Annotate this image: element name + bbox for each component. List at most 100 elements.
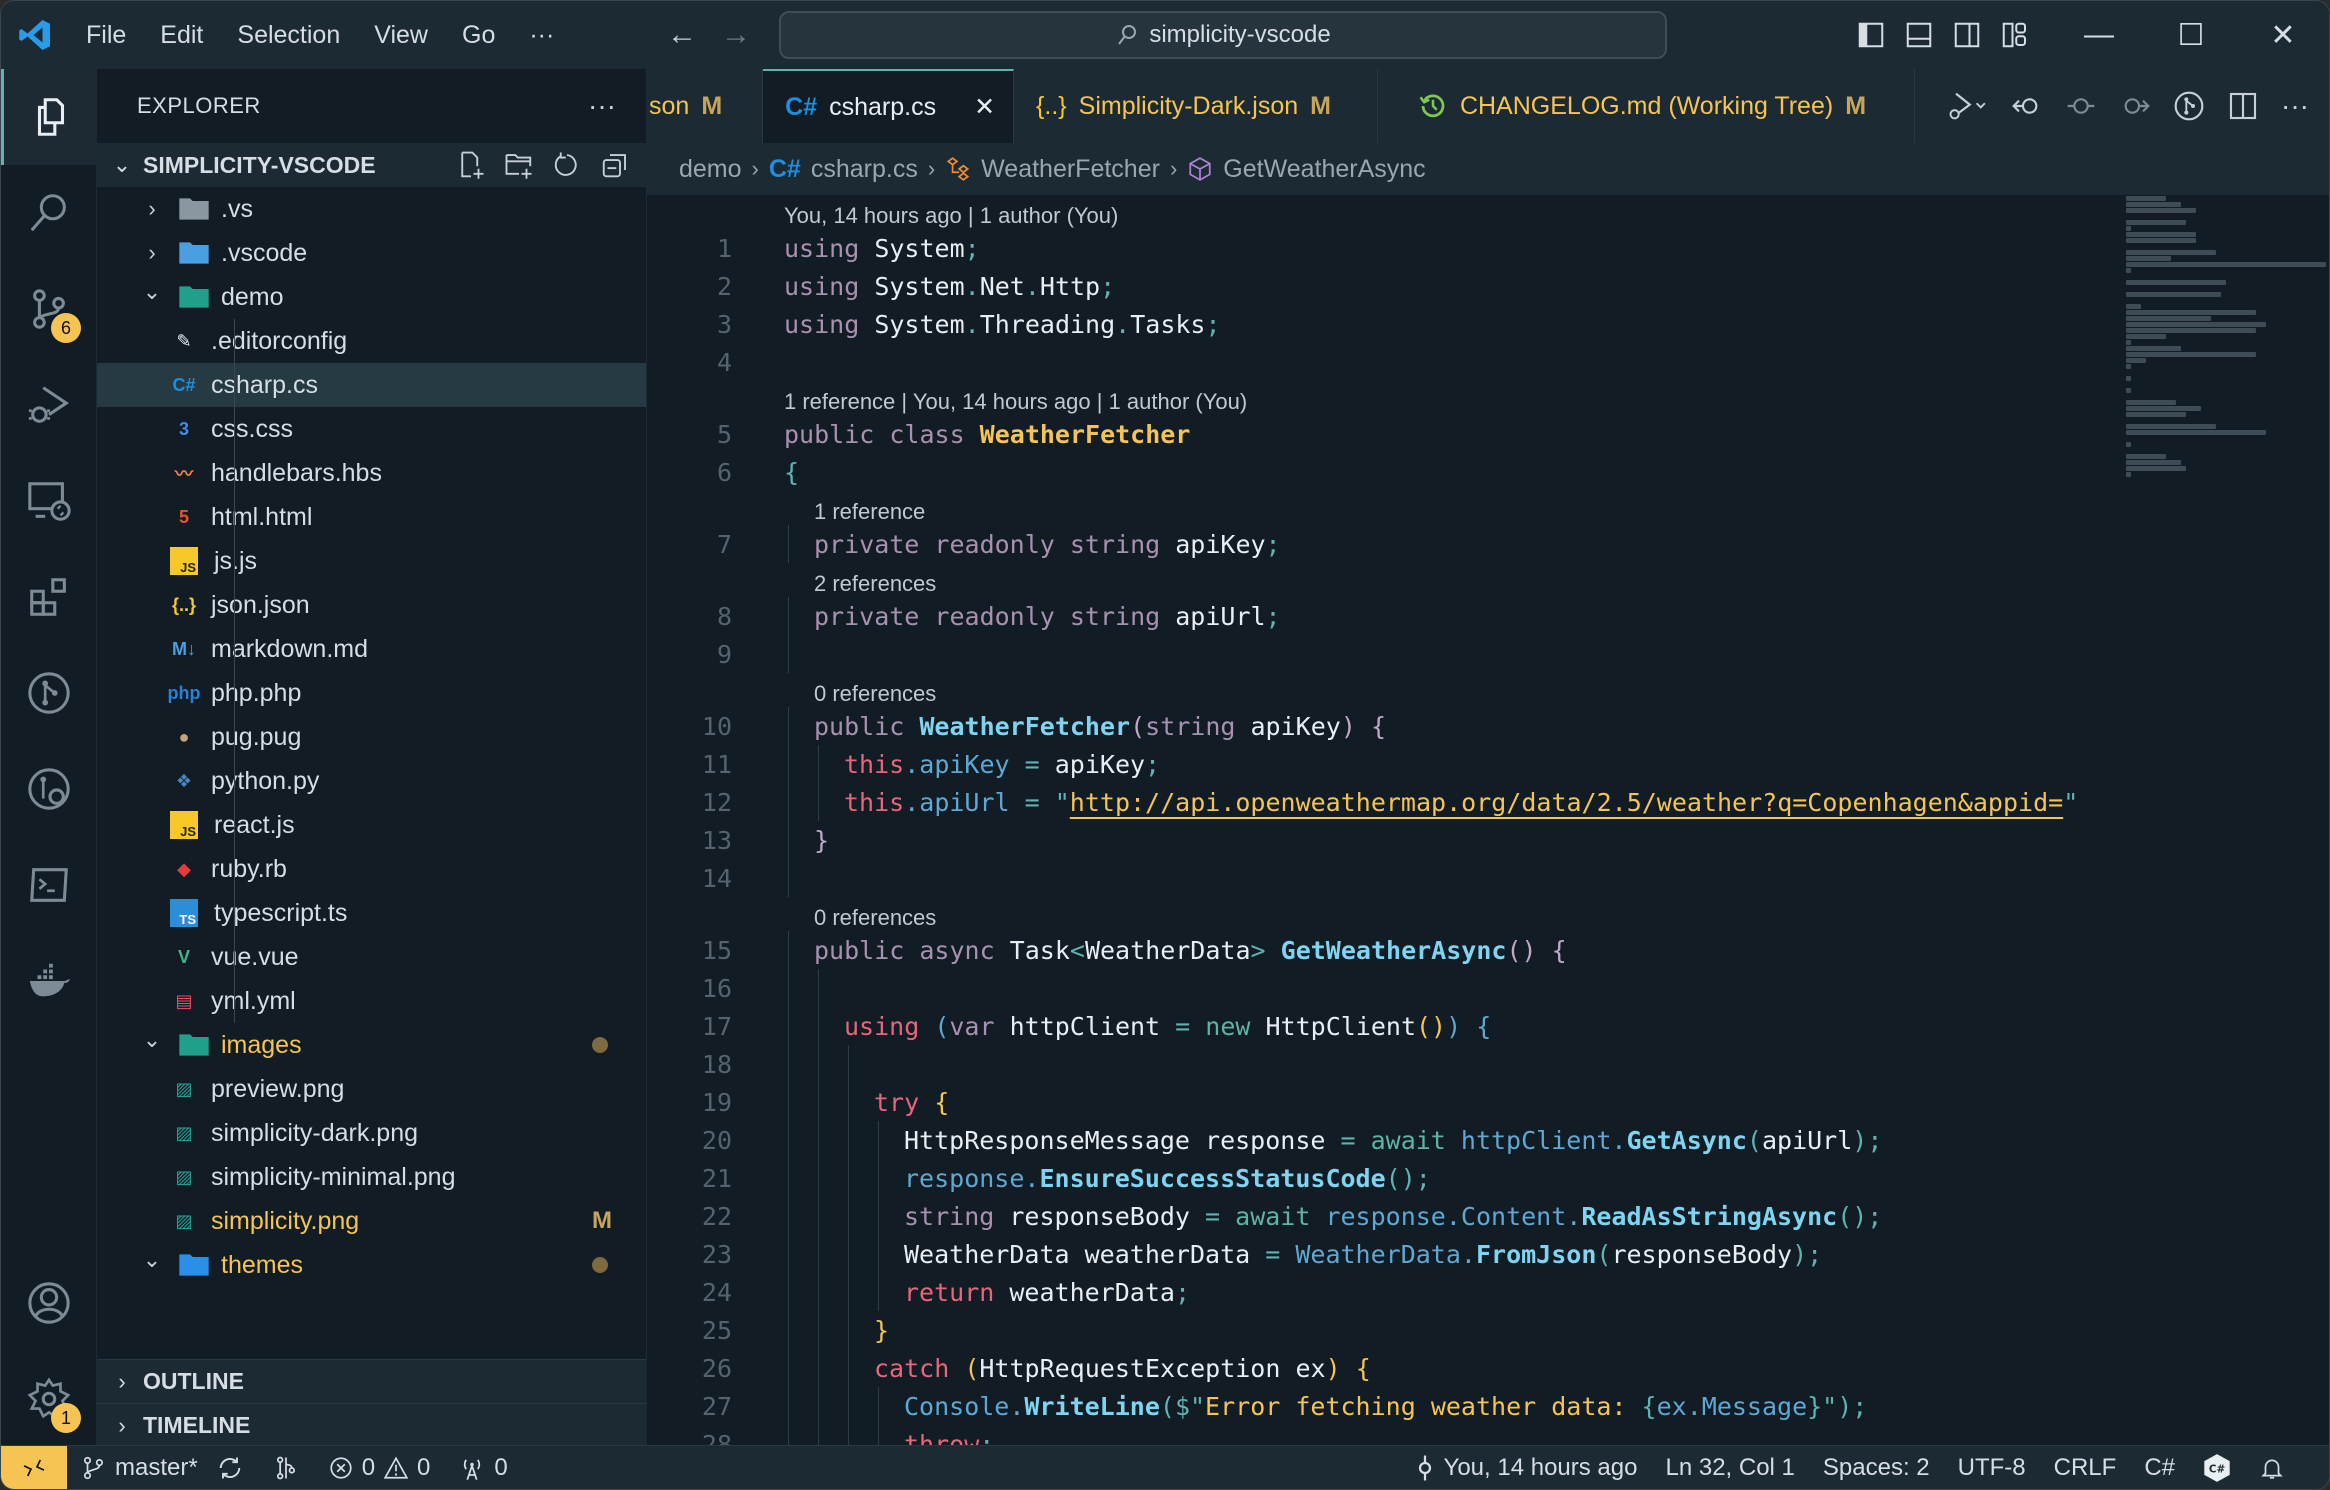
minimize-button[interactable]: —	[2053, 1, 2145, 69]
more-actions-icon[interactable]: ···	[2281, 90, 2309, 122]
code-line[interactable]: 19 try {	[647, 1083, 2107, 1121]
toggle-secondary-sidebar-icon[interactable]	[1952, 20, 1982, 50]
tree-file[interactable]: ✎ .editorconfig	[97, 319, 646, 363]
minimap[interactable]	[2106, 195, 2329, 477]
workspace-root-header[interactable]: ⌄ SIMPLICITY-VSCODE	[97, 143, 646, 187]
tree-file[interactable]: {..} Simplicity-Dark.json M	[97, 1287, 646, 1300]
tree-file[interactable]: M↓ markdown.md	[97, 627, 646, 671]
ports-status[interactable]: 0	[444, 1454, 521, 1482]
code-line[interactable]: 13}	[647, 821, 2107, 859]
tree-file[interactable]: C# csharp.cs	[97, 363, 646, 407]
toggle-panel-icon[interactable]	[1904, 20, 1934, 50]
split-editor-icon[interactable]	[2227, 90, 2259, 122]
code-line[interactable]: 26 catch (HttpRequestException ex) {	[647, 1349, 2107, 1387]
code-line[interactable]: 17 using (var httpClient = new HttpClient…	[647, 1007, 2107, 1045]
code-line[interactable]: 18	[647, 1045, 2107, 1083]
explorer-more-actions[interactable]: ···	[588, 90, 616, 122]
tree-file[interactable]: 3 css.css	[97, 407, 646, 451]
cursor-position[interactable]: Ln 32, Col 1	[1651, 1454, 1808, 1482]
code-line[interactable]: 23 WeatherData weatherData = WeatherData.…	[647, 1235, 2107, 1273]
tree-file[interactable]: 〰 handlebars.hbs	[97, 451, 646, 495]
menu-view[interactable]: View	[357, 1, 445, 69]
code-line[interactable]: 1 using System;	[647, 229, 2107, 267]
tree-folder[interactable]: › .vs	[97, 187, 646, 231]
refresh-icon[interactable]	[552, 150, 582, 180]
code-line[interactable]: 28 throw;	[647, 1425, 2107, 1447]
menu-go[interactable]: Go	[445, 1, 512, 69]
breadcrumb-folder[interactable]: demo	[679, 155, 742, 184]
tree-file[interactable]: 5 html.html	[97, 495, 646, 539]
new-file-icon[interactable]	[456, 150, 486, 180]
tree-file[interactable]: Vvue.vue	[97, 935, 646, 979]
breadcrumb-class[interactable]: WeatherFetcher	[981, 155, 1160, 184]
code-line[interactable]: 24 return weatherData;	[647, 1273, 2107, 1311]
menu-more[interactable]: ···	[512, 1, 571, 69]
tree-file[interactable]: TS typescript.ts	[97, 891, 646, 935]
menu-file[interactable]: File	[69, 1, 143, 69]
maximize-button[interactable]: ☐	[2145, 1, 2237, 69]
breadcrumb-file[interactable]: csharp.cs	[811, 155, 918, 184]
code-line[interactable]: 22 string responseBody = await response.C…	[647, 1197, 2107, 1235]
menu-selection[interactable]: Selection	[220, 1, 357, 69]
tree-file[interactable]: ▨ simplicity.png M	[97, 1199, 646, 1243]
tab-simplicity-dark-json[interactable]: {..} Simplicity-Dark.json M	[1014, 69, 1378, 143]
blame-status[interactable]: You, 14 hours ago	[1400, 1453, 1652, 1483]
git-graph-icon[interactable]	[2173, 90, 2205, 122]
tree-file[interactable]: ▨ preview.png	[97, 1067, 646, 1111]
code-line[interactable]: 11 this.apiKey = apiKey;	[647, 745, 2107, 783]
sync-icon[interactable]	[216, 1454, 244, 1482]
code-line[interactable]: 12 this.apiUrl = "http://api.openweatherm…	[647, 783, 2107, 821]
code-editor[interactable]: You, 14 hours ago | 1 author (You) 1 using…	[647, 195, 2107, 1447]
code-line[interactable]: 14	[647, 859, 2107, 897]
activity-gitlens-inspect[interactable]	[1, 741, 97, 837]
tab-csharp[interactable]: C# csharp.cs ✕	[763, 69, 1015, 143]
indentation-status[interactable]: Spaces: 2	[1809, 1454, 1944, 1482]
tree-file[interactable]: ▤ yml.yml	[97, 979, 646, 1023]
toggle-primary-sidebar-icon[interactable]	[1856, 20, 1886, 50]
code-line[interactable]: 10 public WeatherFetcher(string apiKey) {	[647, 707, 2107, 745]
close-window-button[interactable]: ✕	[2237, 1, 2329, 69]
tree-file[interactable]: JS react.js	[97, 803, 646, 847]
encoding-status[interactable]: UTF-8	[1944, 1454, 2040, 1482]
codelens[interactable]: 2 references	[647, 563, 2107, 597]
remote-indicator[interactable]	[1, 1445, 67, 1489]
run-debug-dropdown-icon[interactable]	[1945, 89, 1989, 123]
tree-file[interactable]: ● pug.pug	[97, 715, 646, 759]
tree-file[interactable]: php php.php	[97, 671, 646, 715]
tree-folder[interactable]: › .vscode	[97, 231, 646, 275]
tree-folder[interactable]: ⌄ demo	[97, 275, 646, 319]
code-line[interactable]: 8 private readonly string apiUrl;	[647, 597, 2107, 635]
code-line[interactable]: 9	[647, 635, 2107, 673]
tree-file[interactable]: ◆ ruby.rb	[97, 847, 646, 891]
commit-icon[interactable]	[2065, 90, 2097, 122]
activity-source-control[interactable]: 6	[1, 261, 97, 357]
timeline-section[interactable]: › TIMELINE	[97, 1403, 646, 1447]
activity-docker[interactable]	[1, 933, 97, 1029]
problems-status[interactable]: 0 0	[314, 1454, 445, 1482]
code-line[interactable]: 4	[647, 343, 2107, 381]
customize-layout-icon[interactable]	[2000, 20, 2030, 50]
breadcrumb-method[interactable]: GetWeatherAsync	[1223, 155, 1425, 184]
forward-arrow-icon[interactable]: →	[721, 18, 751, 52]
tree-folder[interactable]: ⌄ themes	[97, 1243, 646, 1287]
activity-git-graph[interactable]	[1, 645, 97, 741]
tree-file[interactable]: ▨ simplicity-minimal.png	[97, 1155, 646, 1199]
tree-file[interactable]: ❖ python.py	[97, 759, 646, 803]
code-line[interactable]: 5 public class WeatherFetcher	[647, 415, 2107, 453]
tab-json-partial[interactable]: son M	[647, 69, 764, 143]
code-line[interactable]: 27 Console.WriteLine($"Error fetching wea…	[647, 1387, 2107, 1425]
previous-change-icon[interactable]	[2011, 90, 2043, 122]
command-center-search[interactable]: simplicity-vscode	[779, 11, 1667, 59]
code-line[interactable]: 21 response.EnsureSuccessStatusCode();	[647, 1159, 2107, 1197]
new-folder-icon[interactable]	[504, 150, 534, 180]
tree-folder[interactable]: ⌄ images	[97, 1023, 646, 1067]
eol-status[interactable]: CRLF	[2040, 1454, 2131, 1482]
codelens[interactable]: 0 references	[647, 673, 2107, 707]
code-line[interactable]: 2 using System.Net.Http;	[647, 267, 2107, 305]
git-graph-status[interactable]	[258, 1454, 314, 1482]
tree-file[interactable]: JS js.js	[97, 539, 646, 583]
codelens[interactable]: 1 reference | You, 14 hours ago | 1 auth…	[647, 381, 2107, 415]
code-line[interactable]: 25}	[647, 1311, 2107, 1349]
code-line[interactable]: 20 HttpResponseMessage response = await h…	[647, 1121, 2107, 1159]
tree-file[interactable]: ▨ simplicity-dark.png	[97, 1111, 646, 1155]
